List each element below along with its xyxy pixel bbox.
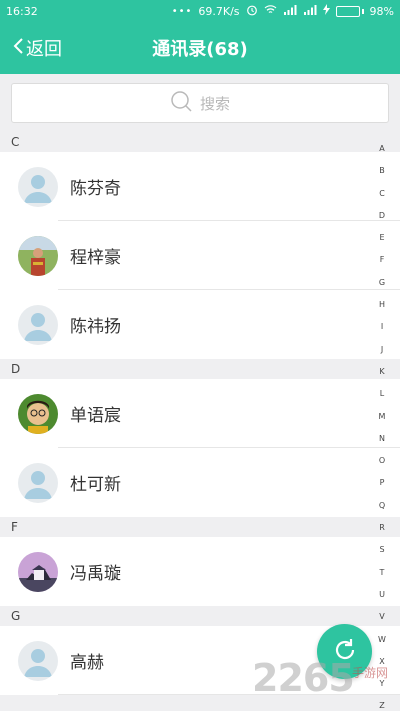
castle-photo-avatar [18,551,58,592]
alpha-index-letter[interactable]: U [376,584,388,606]
signal-icon-2 [303,4,317,18]
search-input[interactable]: 搜索 [11,83,389,123]
default-avatar-icon [18,640,58,681]
alpha-index-letter[interactable]: I [376,316,388,338]
alpha-index-letter[interactable]: S [376,539,388,561]
contact-name: 杜可新 [70,475,121,495]
alpha-index-letter[interactable]: F [376,249,388,271]
alpha-index-letter[interactable]: Q [376,495,388,517]
alpha-index-letter[interactable]: R [376,517,388,539]
contact-row[interactable]: 单语宸 [0,379,400,448]
alpha-index-letter[interactable]: T [376,562,388,584]
contact-row[interactable]: 杜可新 [0,448,400,517]
alpha-index-letter[interactable]: K [376,361,388,383]
contact-name: 冯禹璇 [70,564,121,584]
battery-icon [335,5,364,17]
section-header-f: F [0,517,400,537]
status-time: 16:32 [6,4,38,18]
section-header-d: D [0,359,400,379]
status-icons: ••• 69.7K/s 98% [172,4,394,19]
section-header-g: G [0,606,400,626]
alpha-index-letter[interactable]: Z [376,695,388,711]
contact-list: C 陈芬奇 程梓豪 陈祎扬 D 单语宸 杜可新 F 冯禹璇 G 高赫 [0,132,400,695]
wifi-icon [264,4,277,18]
search-placeholder: 搜索 [199,94,230,113]
alpha-index-letter[interactable]: L [376,383,388,405]
alpha-index-letter[interactable]: G [376,272,388,294]
back-button[interactable]: 返回 [12,22,62,74]
contact-name: 高赫 [70,653,104,673]
default-avatar-icon [18,304,58,345]
default-avatar-icon [18,462,58,503]
search-bar: 搜索 [0,74,400,132]
contact-name: 程梓豪 [70,248,121,268]
alpha-index-letter[interactable]: V [376,606,388,628]
alpha-index-letter[interactable]: E [376,227,388,249]
alpha-index-letter[interactable]: A [376,138,388,160]
alpha-index-letter[interactable]: M [376,406,388,428]
chevron-left-icon [12,37,24,60]
contact-name: 陈芬奇 [70,179,121,199]
battery-percent: 98% [369,4,394,18]
contact-name: 单语宸 [70,406,121,426]
boy-photo-avatar [18,393,58,434]
alpha-index-letter[interactable]: H [376,294,388,316]
contact-row[interactable]: 陈芬奇 [0,152,400,221]
section-header-c: C [0,132,400,152]
search-icon [170,90,192,116]
alpha-index-letter[interactable]: B [376,160,388,182]
notification-dots-icon: ••• [171,5,193,17]
charging-icon [322,4,330,18]
person-photo-avatar [18,235,58,276]
signal-icon [283,4,297,18]
alpha-index-letter[interactable]: W [376,629,388,651]
alpha-index-letter[interactable]: D [376,205,388,227]
alpha-index-letter[interactable]: J [376,339,388,361]
page-title: 通讯录(68) [152,39,248,60]
alpha-index-letter[interactable]: O [376,450,388,472]
alpha-index-letter[interactable]: N [376,428,388,450]
alphabet-index[interactable]: ABCDEFGHIJKLMNOPQRSTUVWXYZ [376,138,388,711]
alpha-index-letter[interactable]: P [376,472,388,494]
watermark-logo: 2265 [252,656,355,700]
status-bar: 16:32 ••• 69.7K/s 98% [0,0,400,22]
contact-row[interactable]: 程梓豪 [0,221,400,290]
alarm-icon [246,4,258,19]
title-bar: 返回 通讯录(68) [0,22,400,74]
contact-row[interactable]: 冯禹璇 [0,537,400,606]
default-avatar-icon [18,166,58,207]
contact-row[interactable]: 陈祎扬 [0,290,400,359]
alpha-index-letter[interactable]: C [376,183,388,205]
back-label: 返回 [26,39,62,60]
contact-name: 陈祎扬 [70,317,121,337]
watermark-sub: 手游网 [352,666,389,680]
network-speed: 69.7K/s [198,4,240,18]
